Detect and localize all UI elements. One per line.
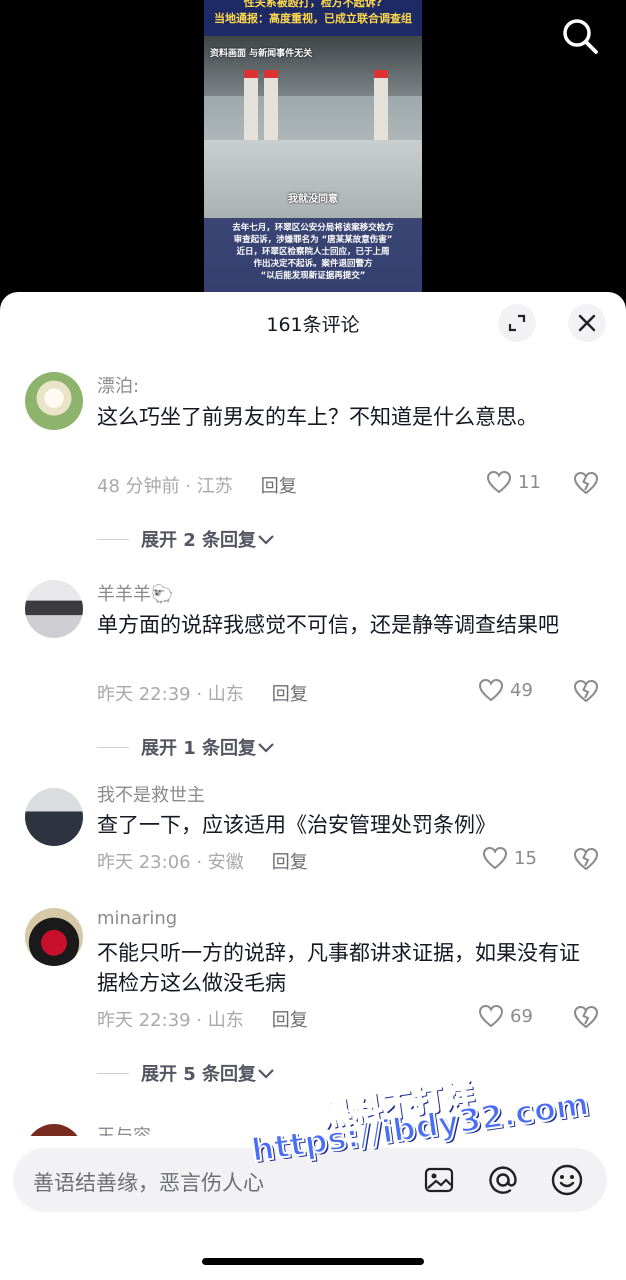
subtitle-line: 去年七月，环翠区公安分局将该案移交检方	[232, 223, 394, 233]
video-floor	[204, 140, 422, 220]
comment-text: 这么巧坐了前男友的车上？不知道是什么意思。	[97, 405, 538, 429]
video-ceiling	[204, 36, 422, 96]
expand-replies-label: 展开 5 条回复	[141, 1064, 257, 1085]
comment-time-location: 48 分钟前 · 江苏	[97, 476, 233, 497]
comment-username[interactable]: 羊羊羊🐑	[97, 580, 173, 606]
comment-item: 漂泊: 这么巧坐了前男友的车上？不知道是什么意思。 48 分钟前 · 江苏 回复 …	[0, 364, 626, 564]
comment-meta: 48 分钟前 · 江苏 回复	[97, 472, 297, 498]
at-icon[interactable]	[485, 1162, 521, 1198]
like-count: 49	[510, 679, 533, 701]
comment-meta: 昨天 22:39 · 山东 回复	[97, 680, 308, 706]
broken-heart-icon[interactable]	[572, 678, 600, 708]
comment-text: 查了一下，应该适用《治安管理处罚条例》	[97, 813, 496, 837]
comment-item: 我不是救世主 查了一下，应该适用《治安管理处罚条例》 昨天 23:06 · 安徽…	[0, 780, 626, 900]
video-headline-banner: 性关系被殴打，检方不起诉? 当地通报：高度重视，已成立联合调查组	[204, 0, 422, 36]
expand-replies-label: 展开 1 条回复	[141, 738, 257, 759]
comment-username[interactable]: 我不是救世主	[97, 781, 205, 807]
avatar[interactable]	[25, 788, 83, 846]
video-disclaimer: 资料画面 与新闻事件无关	[210, 49, 313, 59]
avatar[interactable]	[25, 908, 83, 966]
heart-icon	[482, 846, 508, 870]
expand-icon[interactable]	[498, 304, 536, 342]
chevron-down-icon	[258, 1069, 274, 1079]
divider	[97, 1072, 129, 1074]
subtitle-line: “以后能发现新证据再提交”	[260, 271, 366, 281]
comment-text: 单方面的说辞我感觉不可信，还是静等调查结果吧	[97, 613, 559, 637]
close-icon[interactable]	[568, 304, 606, 342]
comment-username[interactable]: 王与容	[97, 1122, 151, 1136]
divider	[97, 538, 129, 540]
comment-time-location: 昨天 23:06 · 安徽	[97, 852, 244, 873]
like-button[interactable]: 69	[478, 1004, 533, 1028]
expand-replies-button[interactable]: 展开 5 条回复	[97, 1060, 276, 1086]
subtitle-line: 作出决定不起诉。案件退回警方	[253, 259, 373, 269]
chevron-down-icon	[258, 743, 274, 753]
expand-replies-button[interactable]: 展开 1 条回复	[97, 734, 276, 760]
comment-time-location: 昨天 22:39 · 山东	[97, 1010, 244, 1031]
video-player[interactable]: 性关系被殴打，检方不起诉? 当地通报：高度重视，已成立联合调查组 资料画面 与新…	[0, 0, 626, 300]
comment-meta: 昨天 23:06 · 安徽 回复	[97, 848, 308, 874]
reply-button[interactable]: 回复	[272, 1010, 308, 1031]
home-indicator[interactable]	[202, 1258, 424, 1265]
video-headline-line1: 性关系被殴打，检方不起诉?	[243, 0, 383, 9]
heart-icon	[478, 1004, 504, 1028]
comment-item: minaring 不能只听一方的说辞，凡事都讲求证据，如果没有证据检方这么做没毛…	[0, 908, 626, 1108]
video-pillar	[244, 70, 258, 140]
avatar[interactable]	[25, 580, 83, 638]
video-pillar	[264, 70, 278, 140]
subtitle-line: 审查起诉，涉嫌罪名为 “唐某某故意伤害”	[233, 235, 393, 245]
comment-text: 不能只听一方的说辞，凡事都讲求证据，如果没有证据检方这么做没毛病	[97, 941, 580, 995]
like-button[interactable]: 11	[486, 470, 541, 494]
like-count: 69	[510, 1005, 533, 1027]
comment-username[interactable]: 漂泊:	[97, 372, 139, 398]
like-count: 15	[514, 847, 537, 869]
comment-meta: 昨天 22:39 · 山东 回复	[97, 1006, 308, 1032]
divider	[97, 746, 129, 748]
chevron-down-icon	[258, 535, 274, 545]
broken-heart-icon[interactable]	[572, 846, 600, 876]
reply-button[interactable]: 回复	[272, 684, 308, 705]
search-icon[interactable]	[558, 14, 602, 58]
subtitle-line: 近日，环翠区检察院人士回应，已于上周	[236, 247, 390, 257]
video-pillar	[374, 70, 388, 140]
image-icon[interactable]	[421, 1162, 457, 1198]
heart-icon	[478, 678, 504, 702]
broken-heart-icon[interactable]	[572, 1004, 600, 1034]
comment-list[interactable]: 漂泊: 这么巧坐了前男友的车上？不知道是什么意思。 48 分钟前 · 江苏 回复 …	[0, 364, 626, 1136]
broken-heart-icon[interactable]	[572, 470, 600, 500]
video-caption: 我就没同意	[288, 194, 338, 205]
comment-time-location: 昨天 22:39 · 山东	[97, 684, 244, 705]
like-count: 11	[518, 471, 541, 493]
like-button[interactable]: 49	[478, 678, 533, 702]
reply-button[interactable]: 回复	[272, 852, 308, 873]
avatar[interactable]	[25, 1124, 83, 1136]
comment-input-placeholder: 善语结善缘，恶言伤人心	[33, 1171, 264, 1195]
video-headline-line2: 当地通报：高度重视，已成立联合调查组	[214, 12, 412, 25]
expand-replies-label: 展开 2 条回复	[141, 530, 257, 551]
comment-item: 羊羊羊🐑 单方面的说辞我感觉不可信，还是静等调查结果吧 昨天 22:39 · 山…	[0, 572, 626, 772]
comment-username[interactable]: minaring	[97, 908, 177, 929]
emoji-icon[interactable]	[549, 1162, 585, 1198]
video-subtitle: 去年七月，环翠区公安分局将该案移交检方 审查起诉，涉嫌罪名为 “唐某某故意伤害”…	[204, 218, 422, 292]
like-button[interactable]: 15	[482, 846, 537, 870]
heart-icon	[486, 470, 512, 494]
avatar[interactable]	[25, 372, 83, 430]
video-frame: 性关系被殴打，检方不起诉? 当地通报：高度重视，已成立联合调查组 资料画面 与新…	[204, 0, 422, 292]
expand-replies-button[interactable]: 展开 2 条回复	[97, 526, 276, 552]
reply-button[interactable]: 回复	[261, 476, 297, 497]
